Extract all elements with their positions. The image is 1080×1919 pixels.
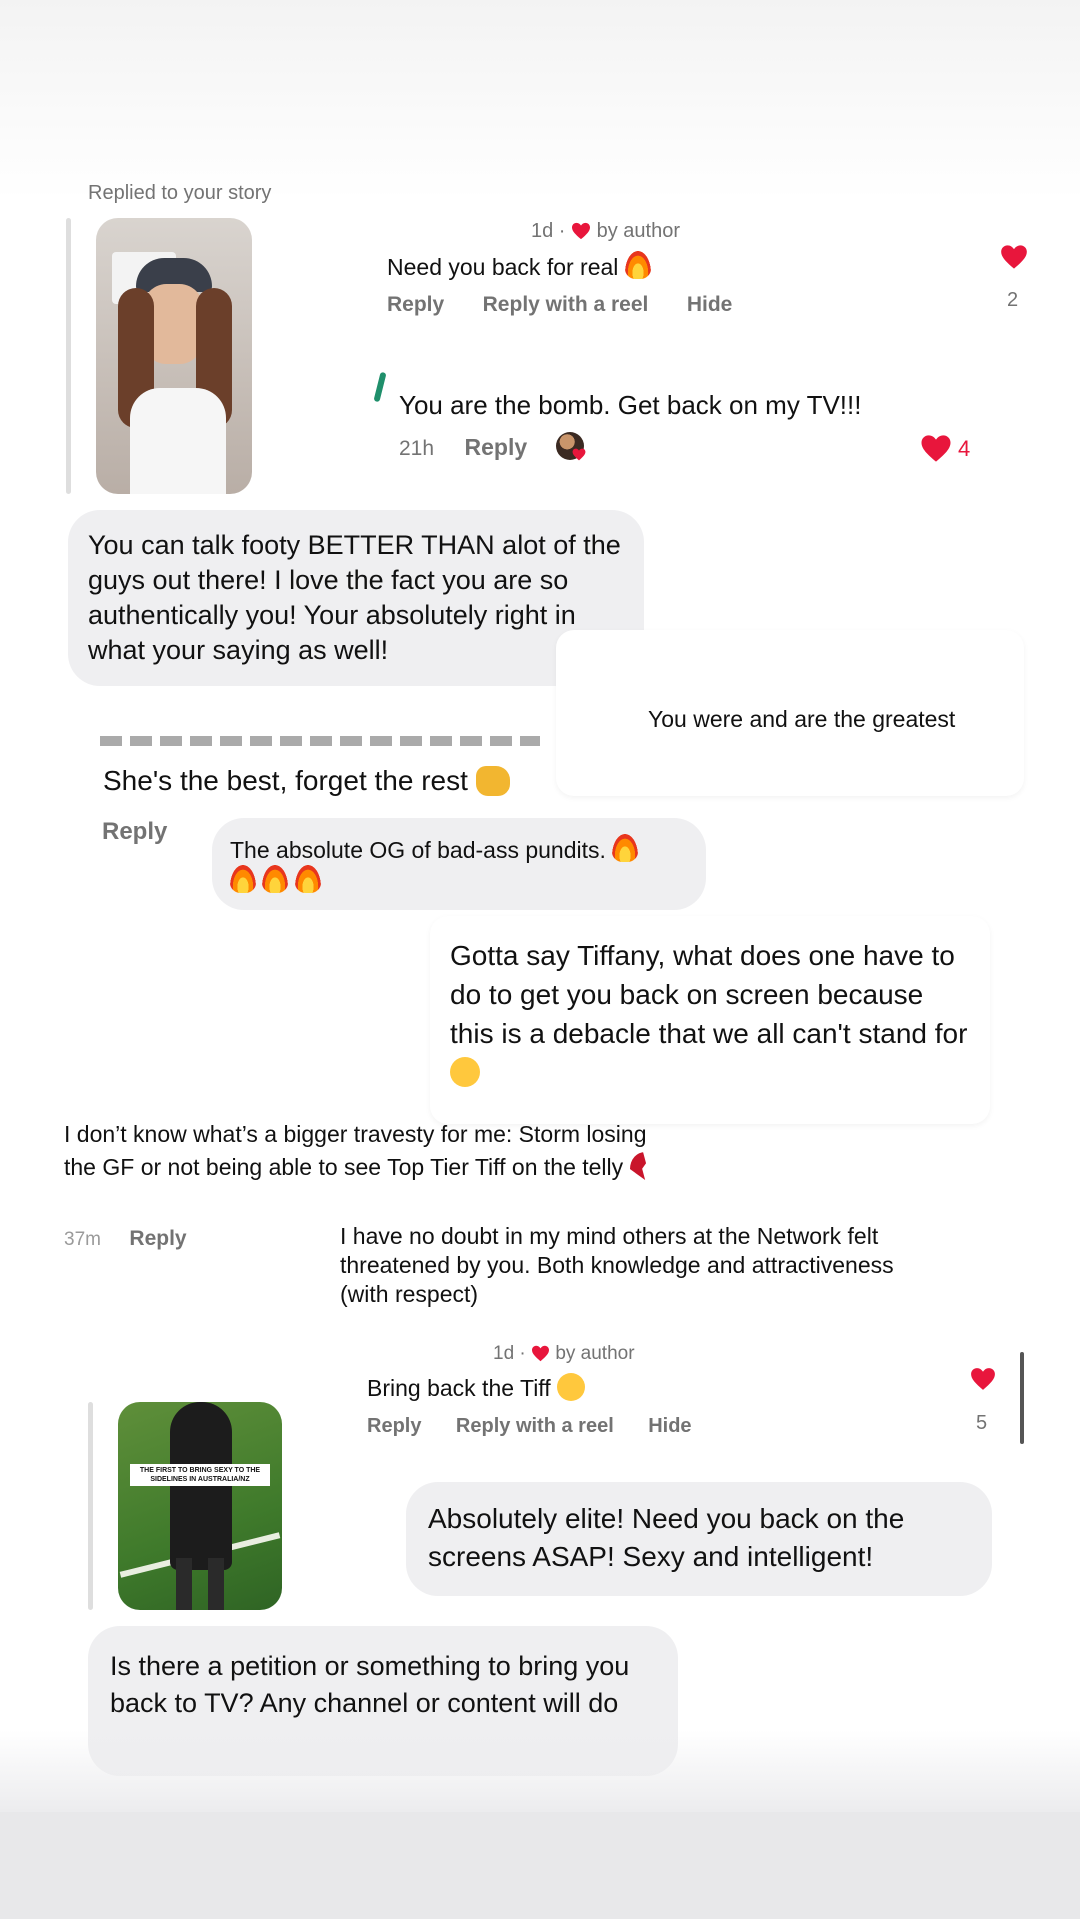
comment6-text-row: Bring back the Tiff [367,1373,586,1402]
comment1-text-row: Need you back for real [387,251,651,281]
comment1-meta: 1d · by author [531,220,680,243]
comment2-time: 21h [399,437,435,460]
bubble2-text: The absolute OG of bad-ass pundits. [230,837,606,863]
comment6-actions: Reply Reply with a reel Hide [367,1415,692,1438]
comment6-time: 1d · [493,1343,526,1364]
comment6-like-count: 5 [976,1412,988,1434]
hide-button[interactable]: Hide [648,1415,691,1437]
quote-line [88,1402,93,1610]
bottom-bar [0,1812,1080,1919]
hide-button[interactable]: Hide [687,293,733,316]
comment3-text-row: She's the best, forget the rest [103,765,510,797]
comment4-text: I don’t know what’s a bigger travesty fo… [64,1121,647,1180]
story-thumbnail[interactable] [96,218,252,494]
figure-shape [170,1402,232,1570]
comment2-actions: 21h Reply [399,434,527,461]
bubble4-text: Is there a petition or something to brin… [110,1651,630,1718]
comment4-reply-button[interactable]: Reply [129,1227,186,1250]
comment-card-greatest: You were and are the greatest [556,630,1024,796]
comment5-text: I have no doubt in my mind others at the… [340,1223,894,1307]
heart-eyes-emoji-icon [557,1373,586,1401]
reply-with-reel-button[interactable]: Reply with a reel [483,293,649,316]
reply-button[interactable]: Reply [387,293,444,316]
greatest-text: You were and are the greatest [648,706,956,732]
comment6-by-author: by author [555,1343,635,1364]
comment4-time: 37m [64,1229,101,1250]
avatar[interactable] [556,432,586,461]
like-heart-icon[interactable] [970,1367,996,1391]
bottom-fade [0,1730,1080,1812]
fire-emoji-icon [612,834,639,862]
comment3-text: She's the best, forget the rest [103,765,468,796]
reel-thumbnail[interactable]: THE FIRST TO BRING SEXY TO THE SIDELINES… [118,1402,282,1610]
broken-heart-emoji-icon [629,1152,647,1180]
comment2-like-count: 4 [958,436,971,461]
comment2-text: You are the bomb. Get back on my TV!!! [399,390,862,420]
fire-emoji-icon [262,865,289,893]
small-heart-icon [572,448,586,461]
comment6-meta: 1d · by author [493,1343,635,1365]
fire-emoji-icon [294,865,321,893]
story-reply-label: Replied to your story [88,182,272,204]
comment-bubble-elite: Absolutely elite! Need you back on the s… [406,1482,992,1596]
comment4-actions: 37m Reply [64,1227,187,1251]
rofl-emoji-icon [450,1057,480,1087]
leg-left [176,1558,192,1610]
comment2-reply-button[interactable]: Reply [465,434,528,460]
like-heart-icon[interactable] [1000,244,1028,270]
comment1-by-author: by author [596,220,680,242]
comment1-text: Need you back for real [387,254,619,280]
comment-card-tiffany: Gotta say Tiffany, what does one have to… [430,916,990,1124]
cropped-meta-line [100,736,540,746]
fire-emoji-icon [624,251,651,279]
comment1-like-count: 2 [1007,289,1019,311]
comment1-actions: Reply Reply with a reel Hide [387,293,732,317]
author-heart-icon [531,1345,550,1362]
comment4-text-row: I don’t know what’s a bigger travesty fo… [64,1118,664,1184]
quote-mark [373,371,387,403]
comment2-heart-icon[interactable] [920,434,952,463]
comment6-text: Bring back the Tiff [367,1375,551,1401]
fist-emoji-icon [475,766,510,796]
top-fade [0,0,1080,200]
fire-emoji-icon [230,865,256,893]
scrollbar[interactable] [1020,1352,1024,1444]
comment3-reply-button[interactable]: Reply [102,818,167,846]
bubble1-text: You can talk footy BETTER THAN alot of t… [88,530,621,665]
reply-with-reel-button[interactable]: Reply with a reel [456,1415,614,1437]
comment-bubble-og: The absolute OG of bad-ass pundits. [212,818,706,910]
quote-line [66,218,71,494]
thumbnail-caption: THE FIRST TO BRING SEXY TO THE SIDELINES… [130,1464,270,1486]
bubble3-text: Absolutely elite! Need you back on the s… [428,1503,905,1572]
comment1-time: 1d · [531,220,566,242]
reply-button[interactable]: Reply [367,1415,421,1437]
tiffany-text: Gotta say Tiffany, what does one have to… [450,940,968,1049]
author-heart-icon [571,222,591,240]
leg-right [208,1558,224,1610]
top-shape [130,388,226,494]
